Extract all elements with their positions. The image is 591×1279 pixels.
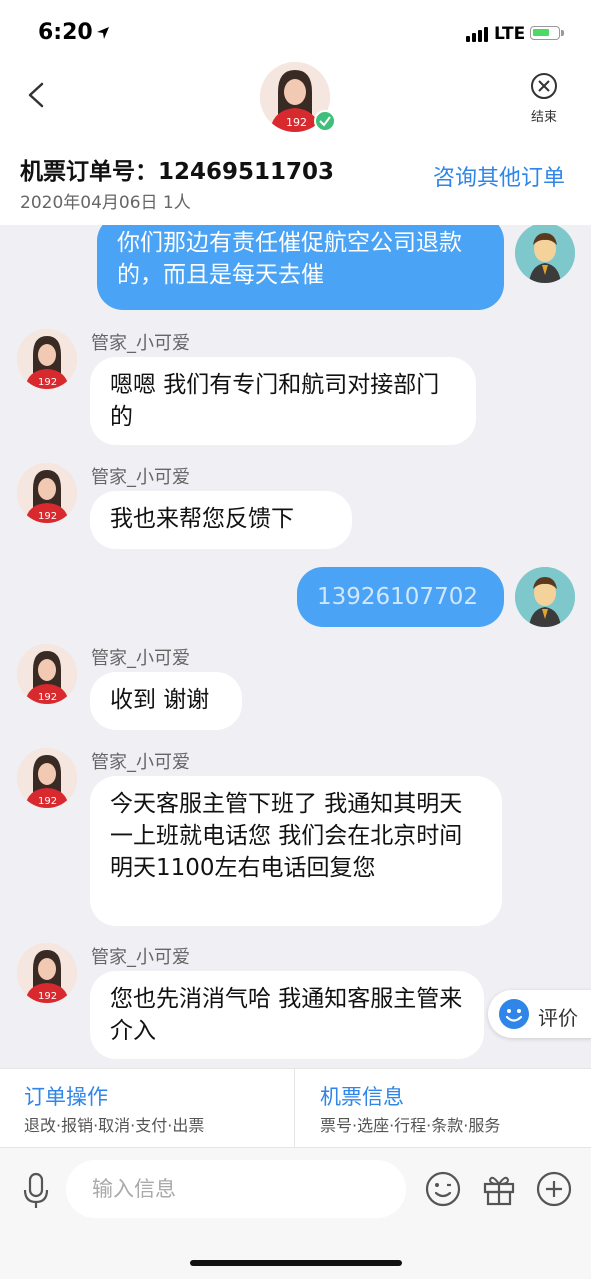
user-avatar [515, 225, 575, 283]
agent-avatar: 192 [17, 329, 77, 389]
user-message-bubble[interactable]: 13926107702 [297, 567, 504, 627]
chat-area[interactable]: 你们那边有责任催促航空公司退款的，而且是每天去催 192 管家_小可爱 嗯嗯 我… [0, 225, 591, 1068]
agent-avatar: 192 [17, 943, 77, 1003]
agent-avatar: 192 [17, 463, 77, 523]
back-arrow-icon[interactable] [22, 80, 52, 110]
agent-message-bubble[interactable]: 我也来帮您反馈下 [90, 491, 352, 549]
ticket-info-subtitle: 票号·选座·行程·条款·服务 [320, 1116, 501, 1135]
location-arrow-icon [97, 27, 109, 39]
order-ops-button[interactable]: 订单操作 退改·报销·取消·支付·出票 [0, 1069, 295, 1147]
agent-message-bubble[interactable]: 收到 谢谢 [90, 672, 242, 730]
gift-icon[interactable] [480, 1170, 518, 1208]
plus-icon[interactable] [535, 1170, 573, 1208]
ticket-info-button[interactable]: 机票信息 票号·选座·行程·条款·服务 [296, 1069, 591, 1147]
sender-name: 管家_小可爱 [91, 333, 190, 354]
sender-name: 管家_小可爱 [91, 467, 190, 488]
order-title: 机票订单号：12469511703 [20, 159, 335, 185]
rate-label: 评价 [538, 1006, 578, 1030]
status-bar: 6:20 LTE [0, 0, 591, 60]
svg-text:192: 192 [286, 116, 307, 129]
svg-text:192: 192 [38, 692, 57, 703]
close-circle-icon [531, 73, 557, 99]
sender-name: 管家_小可爱 [91, 752, 190, 773]
status-time: 6:20 [38, 20, 93, 45]
sender-name: 管家_小可爱 [91, 947, 190, 968]
smiley-icon [499, 999, 529, 1029]
agent-avatar: 192 [17, 644, 77, 704]
order-subtitle: 2020年04月06日 1人 [20, 193, 191, 213]
svg-text:192: 192 [38, 991, 57, 1002]
battery-tip [561, 30, 564, 36]
user-avatar [515, 567, 575, 627]
signal-icon [466, 27, 488, 42]
input-bar [0, 1148, 591, 1279]
verified-icon [314, 110, 336, 132]
sender-name: 管家_小可爱 [91, 648, 190, 669]
agent-message-bubble[interactable]: 嗯嗯 我们有专门和航司对接部门的 [90, 357, 476, 445]
svg-text:192: 192 [38, 511, 57, 522]
ticket-info-title: 机票信息 [320, 1085, 404, 1109]
svg-text:192: 192 [38, 796, 57, 807]
battery-icon [530, 26, 560, 40]
microphone-icon[interactable] [20, 1172, 52, 1210]
network-label: LTE [494, 24, 526, 44]
agent-message-bubble[interactable]: 您也先消消气哈 我通知客服主管来介入 [90, 971, 484, 1059]
emoji-icon[interactable] [424, 1170, 462, 1208]
consult-other-orders-link[interactable]: 咨询其他订单 [433, 160, 565, 192]
home-indicator [190, 1260, 402, 1266]
rate-button[interactable]: 评价 [488, 990, 591, 1038]
user-message-bubble[interactable]: 你们那边有责任催促航空公司退款的，而且是每天去催 [97, 225, 504, 310]
quick-ops-bar: 订单操作 退改·报销·取消·支付·出票 机票信息 票号·选座·行程·条款·服务 [0, 1068, 591, 1148]
svg-text:192: 192 [38, 377, 57, 388]
end-chat-label: 结束 [530, 110, 557, 125]
chat-header: 192 结束 机票订单号：12469511703 2020年04月06日 1人 … [0, 60, 591, 225]
agent-avatar: 192 [17, 748, 77, 808]
agent-message-bubble[interactable]: 今天客服主管下班了 我通知其明天一上班就电话您 我们会在北京时间明天1100左右… [90, 776, 502, 926]
order-ops-title: 订单操作 [24, 1085, 108, 1109]
end-chat-button[interactable]: 结束 [524, 72, 564, 126]
order-ops-subtitle: 退改·报销·取消·支付·出票 [24, 1116, 205, 1135]
message-input[interactable] [66, 1160, 406, 1218]
